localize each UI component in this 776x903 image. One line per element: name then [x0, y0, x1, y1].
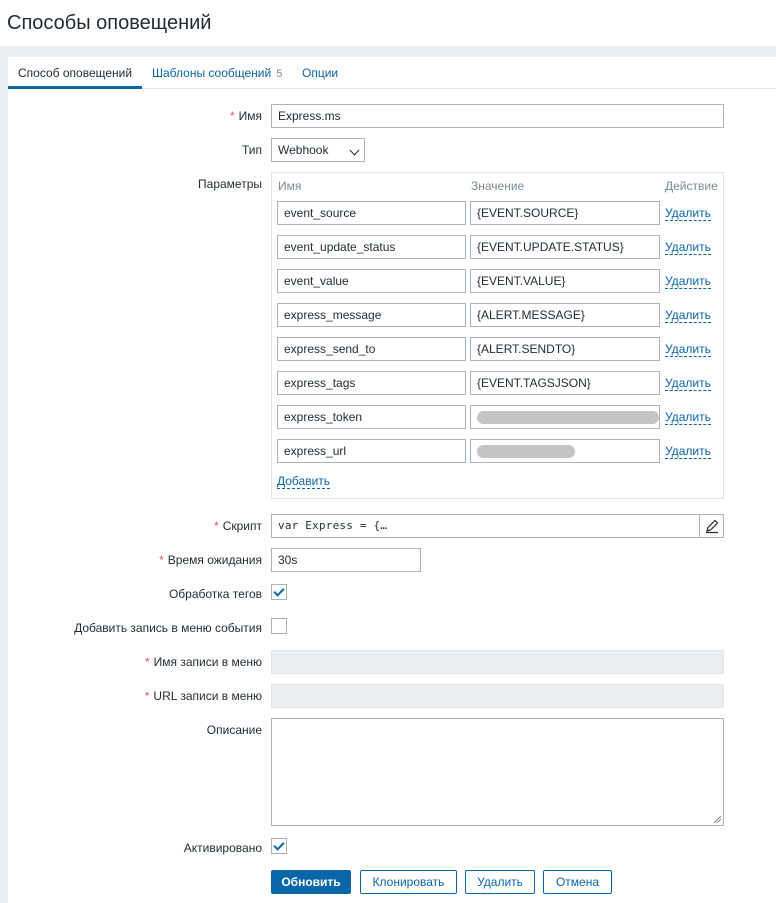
resize-grip-icon[interactable]: [713, 815, 721, 823]
description-label: Описание: [206, 723, 262, 737]
script-value: var Express = {…: [278, 519, 388, 532]
timeout-label-text: Время ожидания: [167, 553, 262, 567]
tab-bar: Способ оповещений Шаблоны сообщений 5 Опц…: [8, 57, 776, 89]
name-label-text: Имя: [238, 109, 262, 123]
param-name-input[interactable]: event_value: [277, 269, 466, 293]
edit-script-button[interactable]: [699, 515, 723, 537]
param-remove-link[interactable]: Удалить: [665, 411, 711, 425]
tab-options[interactable]: Опции: [302, 66, 338, 80]
checkmark-icon: [273, 839, 285, 851]
tab-count-badge: 5: [276, 68, 283, 80]
script-label-text: Скрипт: [222, 519, 262, 533]
menu-entry-url-input[interactable]: [271, 684, 724, 708]
params-header-action: Действие: [665, 179, 718, 193]
redacted-value: [477, 445, 575, 458]
param-name-input[interactable]: express_message: [277, 303, 466, 327]
param-value-input[interactable]: {EVENT.TAGSJSON}: [470, 371, 660, 395]
param-value-input[interactable]: [470, 439, 660, 463]
param-value-input[interactable]: {EVENT.UPDATE.STATUS}: [470, 235, 660, 259]
enabled-checkbox[interactable]: [271, 838, 287, 854]
page-header: Способы оповещений: [0, 0, 776, 46]
page-title: Способы оповещений: [7, 12, 212, 34]
param-value-input[interactable]: [470, 405, 660, 429]
param-name-input[interactable]: event_update_status: [277, 235, 466, 259]
delete-button[interactable]: Удалить: [465, 870, 535, 894]
script-label: * Скрипт: [214, 519, 262, 533]
param-name-input[interactable]: express_url: [277, 439, 466, 463]
required-asterisk: *: [229, 109, 235, 123]
clone-button[interactable]: Клонировать: [360, 870, 457, 894]
required-asterisk: *: [159, 553, 164, 567]
param-name-input[interactable]: express_token: [277, 405, 466, 429]
type-select[interactable]: Webhook: [271, 138, 365, 162]
param-value-input[interactable]: {ALERT.MESSAGE}: [470, 303, 660, 327]
required-asterisk: *: [144, 689, 150, 703]
menu-entry-name-label-text: Имя записи в меню: [153, 655, 262, 669]
add-menu-entry-label: Добавить запись в меню события: [74, 621, 262, 635]
menu-entry-name-label: * Имя записи в меню: [145, 655, 262, 669]
param-value-input[interactable]: {EVENT.VALUE}: [470, 269, 660, 293]
param-remove-link[interactable]: Удалить: [665, 343, 711, 357]
params-header-name: Имя: [278, 179, 302, 193]
tab-message-templates-label: Шаблоны сообщений: [152, 66, 272, 80]
name-input[interactable]: Express.ms: [271, 104, 724, 128]
param-value-input[interactable]: {EVENT.SOURCE}: [470, 201, 660, 225]
param-remove-link[interactable]: Удалить: [665, 309, 711, 323]
cancel-button[interactable]: Отмена: [543, 870, 612, 894]
param-name-input[interactable]: express_tags: [277, 371, 466, 395]
script-input[interactable]: var Express = {…: [271, 514, 724, 538]
param-remove-link[interactable]: Удалить: [665, 241, 711, 255]
timeout-input[interactable]: 30s: [271, 548, 421, 572]
enabled-label: Активировано: [183, 841, 262, 855]
tab-message-templates[interactable]: Шаблоны сообщений 5: [152, 66, 282, 80]
type-select-value: Webhook: [278, 143, 329, 157]
param-remove-link[interactable]: Удалить: [665, 275, 711, 289]
type-label: Тип: [241, 143, 262, 157]
menu-entry-url-label: * URL записи в меню: [145, 689, 262, 703]
update-button[interactable]: Обновить: [271, 870, 351, 894]
param-remove-link[interactable]: Удалить: [665, 207, 711, 221]
redacted-value: [477, 411, 659, 424]
params-label: Параметры: [198, 177, 262, 191]
name-label: * Имя: [230, 109, 262, 123]
param-name-input[interactable]: express_send_to: [277, 337, 466, 361]
timeout-label: * Время ожидания: [159, 553, 262, 567]
checkmark-icon: [273, 585, 285, 597]
menu-entry-url-label-text: URL записи в меню: [153, 689, 262, 703]
param-name-input[interactable]: event_source: [277, 201, 466, 225]
tag-processing-label: Обработка тегов: [168, 587, 262, 601]
param-value-input[interactable]: {ALERT.SENDTO}: [470, 337, 660, 361]
add-menu-entry-checkbox[interactable]: [271, 618, 287, 634]
add-param-link[interactable]: Добавить: [277, 475, 331, 489]
pencil-icon: [706, 519, 719, 534]
params-header-value: Значение: [471, 179, 525, 193]
tab-media-type[interactable]: Способ оповещений: [18, 66, 132, 80]
required-asterisk: *: [214, 519, 219, 533]
menu-entry-name-input[interactable]: [271, 650, 724, 674]
param-remove-link[interactable]: Удалить: [665, 445, 711, 459]
chevron-down-icon: [349, 145, 360, 156]
form-card: Способ оповещений Шаблоны сообщений 5 Опц…: [8, 57, 776, 903]
param-remove-link[interactable]: Удалить: [665, 377, 711, 391]
active-tab-indicator: [8, 86, 142, 89]
required-asterisk: *: [144, 655, 150, 669]
tag-processing-checkbox[interactable]: [271, 584, 287, 600]
params-table: Имя Значение Действие event_source {EVEN…: [271, 172, 724, 499]
description-textarea[interactable]: [271, 718, 724, 826]
